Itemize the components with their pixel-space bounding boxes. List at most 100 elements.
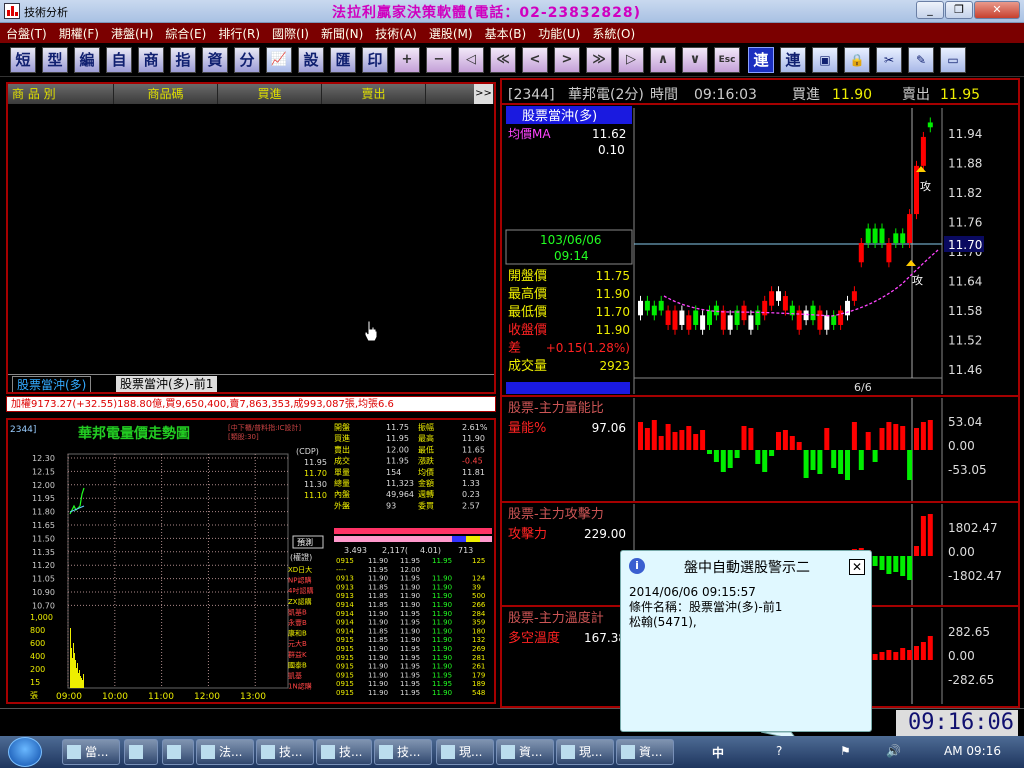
- menu-item-9[interactable]: 基本(B): [479, 25, 533, 42]
- tick-time: 0915: [336, 663, 354, 671]
- taskbar-item-8[interactable]: 資...: [496, 739, 554, 765]
- taskbar-item-6[interactable]: 技...: [374, 739, 432, 765]
- quote-label: 買進: [334, 434, 350, 443]
- warrant-item: 4吋認購: [288, 586, 313, 595]
- toolbar-button-7[interactable]: 分: [234, 47, 260, 73]
- menu-item-6[interactable]: 新聞(N): [315, 25, 369, 42]
- flag-icon[interactable]: ⚑: [840, 744, 851, 758]
- indicator-label: 量能%: [508, 421, 546, 436]
- menu-item-8[interactable]: 選股(M): [423, 25, 479, 42]
- column-header-ask[interactable]: 賣出: [322, 84, 426, 104]
- taskbar-item-2[interactable]: [162, 739, 194, 765]
- current-price-label: 11.70: [948, 238, 982, 252]
- lock-icon-button[interactable]: 🔒: [844, 47, 870, 73]
- toolbar-nav-button-5[interactable]: >: [554, 47, 580, 73]
- quote-label: 振幅: [418, 422, 434, 432]
- menu-item-0[interactable]: 台盤(T): [0, 25, 53, 42]
- screen-icon-button[interactable]: ▭: [940, 47, 966, 73]
- title-bar: 技術分析 法拉利贏家決策軟體(電話：02-23832828) _ ❐ ✕: [0, 0, 1024, 23]
- predict-button-label[interactable]: 預測: [297, 537, 313, 547]
- scroll-right-button[interactable]: >>: [474, 84, 494, 104]
- candle-body: [920, 136, 926, 166]
- menu-item-4[interactable]: 排行(R): [212, 25, 266, 42]
- menu-item-7[interactable]: 技術(A): [369, 25, 423, 42]
- close-button[interactable]: ✕: [974, 1, 1020, 19]
- indicator-axis-tick: 282.65: [948, 625, 990, 639]
- toolbar-nav-button-8[interactable]: ∧: [650, 47, 676, 73]
- tick-time: 0913: [336, 592, 354, 600]
- menu-item-2[interactable]: 港盤(H): [105, 25, 159, 42]
- esc-button[interactable]: Esc: [714, 47, 740, 73]
- tray-time[interactable]: AM 09:16: [944, 744, 1001, 758]
- toolbar-nav-button-9[interactable]: ∨: [682, 47, 708, 73]
- edit-icon-button[interactable]: ✎: [908, 47, 934, 73]
- minimize-button[interactable]: _: [916, 1, 944, 19]
- taskbar-item-9[interactable]: 現...: [556, 739, 614, 765]
- restore-button[interactable]: ❐: [945, 1, 973, 19]
- intraday-title: 華邦電量價走勢圖: [78, 425, 190, 442]
- toolbar-nav-button-3[interactable]: ≪: [490, 47, 516, 73]
- column-header-product[interactable]: 商 品 別: [8, 84, 114, 104]
- toolbar-button-5[interactable]: 指: [170, 47, 196, 73]
- chart-icon-button[interactable]: 📈: [266, 47, 292, 73]
- strategy-tab[interactable]: 股票當沖(多): [522, 108, 597, 124]
- menu-item-11[interactable]: 系統(O): [586, 25, 641, 42]
- indicator-bar: [900, 556, 906, 576]
- link-button-2[interactable]: 連: [780, 47, 806, 73]
- window-icon-button[interactable]: ▣: [812, 47, 838, 73]
- column-header-bid[interactable]: 買進: [218, 84, 322, 104]
- tab-day-trade-long-prev1[interactable]: 股票當沖(多)-前1: [116, 376, 218, 392]
- index-ticker-line: 加權9173.27(+32.55)188.80億,買9,650,400,賣7,8…: [6, 396, 496, 412]
- taskbar-item-3[interactable]: 法...: [196, 739, 254, 765]
- toolbar-button-b1[interactable]: 匯: [330, 47, 356, 73]
- tick-price: 11.90: [432, 592, 452, 600]
- toolbar-button-0[interactable]: 短: [10, 47, 36, 73]
- help-icon[interactable]: ?: [776, 744, 782, 758]
- indicator-bar: [907, 450, 913, 480]
- toolbar-button-1[interactable]: 型: [42, 47, 68, 73]
- taskbar-item-4[interactable]: 技...: [256, 739, 314, 765]
- tab-day-trade-long[interactable]: 股票當沖(多): [12, 376, 92, 392]
- link-button-1[interactable]: 連: [748, 47, 774, 73]
- toolbar-nav-button-4[interactable]: <: [522, 47, 548, 73]
- menu-item-1[interactable]: 期權(F): [53, 25, 105, 42]
- taskbar-item-5[interactable]: 技...: [316, 739, 372, 765]
- indicator-bar: [693, 434, 699, 450]
- toolbar-button-3[interactable]: 自: [106, 47, 132, 73]
- volume-icon[interactable]: 🔊: [886, 744, 901, 758]
- toolbar-button-b2[interactable]: 印: [362, 47, 388, 73]
- taskbar-item-0[interactable]: 當...: [62, 739, 120, 765]
- indicator-bar: [803, 450, 809, 478]
- menu-item-5[interactable]: 國際(I): [266, 25, 315, 42]
- menu-item-3[interactable]: 綜合(E): [159, 25, 212, 42]
- taskbar-item-7[interactable]: 現...: [436, 739, 494, 765]
- indicator-bar: [893, 424, 899, 450]
- toolbar-button-6[interactable]: 資: [202, 47, 228, 73]
- toolbar-nav-button-7[interactable]: ▷: [618, 47, 644, 73]
- candle-body: [658, 300, 664, 311]
- tools-icon-button[interactable]: ✂: [876, 47, 902, 73]
- menu-item-10[interactable]: 功能(U): [532, 25, 586, 42]
- indicator-axis-tick: -1802.47: [948, 569, 1002, 583]
- toolbar-button-4[interactable]: 商: [138, 47, 164, 73]
- taskbar-item-10[interactable]: 資...: [616, 739, 674, 765]
- scroll-track[interactable]: [506, 382, 630, 394]
- toolbar-button-b0[interactable]: 設: [298, 47, 324, 73]
- indicator-bar: [700, 430, 706, 450]
- taskbar-item-1[interactable]: [124, 739, 158, 765]
- toolbar-button-2[interactable]: 編: [74, 47, 100, 73]
- depth-bar-blue: [452, 536, 466, 542]
- indicator-bar: [920, 516, 926, 556]
- toolbar-nav-button-0[interactable]: +: [394, 47, 420, 73]
- toolbar-nav-button-2[interactable]: ◁: [458, 47, 484, 73]
- toolbar-nav-button-6[interactable]: ≫: [586, 47, 612, 73]
- start-button[interactable]: [8, 737, 42, 767]
- price-axis-tick: 11.76: [948, 216, 982, 230]
- popup-close-button[interactable]: ✕: [849, 559, 865, 575]
- toolbar-nav-button-1[interactable]: −: [426, 47, 452, 73]
- ime-indicator[interactable]: 中: [712, 744, 724, 761]
- quote-value: 11,323: [386, 479, 414, 488]
- indicator-bar: [858, 450, 864, 470]
- indicator-bar: [914, 546, 919, 556]
- column-header-code[interactable]: 商品碼: [114, 84, 218, 104]
